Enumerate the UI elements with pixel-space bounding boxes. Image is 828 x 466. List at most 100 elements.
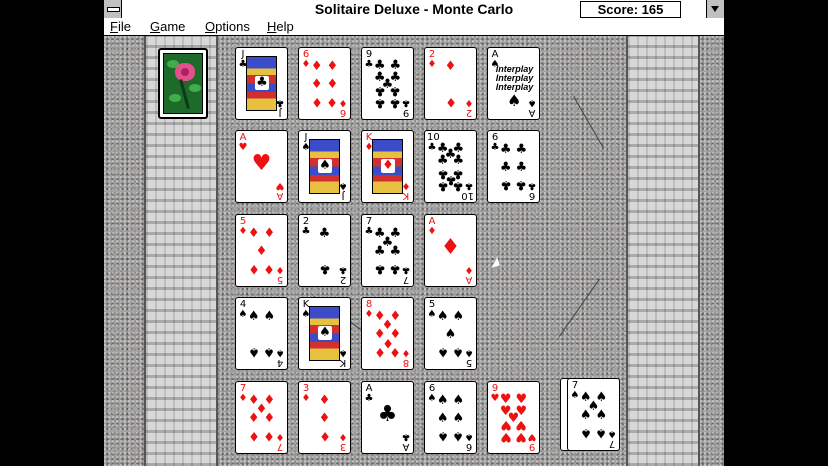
card-r5-c3[interactable]: A ♣ A ♣ ♣ [361,381,414,454]
card-rank: 10 [461,190,474,201]
suit-icon: ♣ [401,431,411,442]
waste-top-card[interactable]: 7 ♠ 7 ♠ ♠ ♠ ♠ ♠ ♠ ♠ ♠ [567,378,620,451]
card-rank: 6 [465,441,473,452]
suit-pip-icon: ♦ [389,344,402,360]
suit-pip-icon: ♠ [579,407,592,423]
card-corner-top: 2 ♦ [427,50,437,70]
card-r3-c3[interactable]: 7 ♣ 7 ♣ ♣ ♣ ♣ ♣ ♣ ♣ ♣ [361,214,414,287]
card-r2-c1[interactable]: A ♥ A ♥ ♥ [235,130,288,203]
card-r3-c1[interactable]: 5 ♦ 5 ♦ ♦ ♦ ♦ ♦ ♦ [235,214,288,287]
suit-pip-icon: ♠ [263,308,276,324]
suit-pip-icon: ♠ [263,344,276,360]
suit-pip-icon: ♣ [389,261,402,277]
suit-pip-icon: ♦ [444,58,457,74]
suit-pip-icon: ♥ [515,429,528,445]
card-rank: 9 [528,441,536,452]
card-r3-c4[interactable]: A ♦ A ♦ ♦ [424,214,477,287]
crack-decoration [573,96,604,149]
suit-icon: ♦ [440,235,461,260]
card-r3-c2[interactable]: 2 ♣ 2 ♣ ♣ ♣ [298,214,351,287]
suit-icon: ♣ [338,264,348,275]
stock-pile[interactable] [158,48,208,119]
card-rank: 6 [339,107,347,118]
menu-file[interactable]: File [110,18,131,35]
card-corner-top: A ♦ [427,217,437,237]
suit-pip-icon: ♠ [452,410,465,426]
rose-card-back-icon [163,53,203,114]
card-corner-bottom: 3 ♦ [338,431,348,452]
maximize-button[interactable] [706,0,724,18]
card-corner-top: 3 ♦ [301,384,311,404]
suit-pip-icon: ♦ [310,58,323,74]
suit-icon: ♣ [527,180,537,191]
solitaire-window: Solitaire Deluxe - Monte Carlo Score: 16… [104,0,724,466]
card-corner-bottom: 4 ♠ [275,347,285,368]
suit-pip-icon: ♦ [247,261,260,277]
suit-pip-icon: ♠ [579,425,592,441]
card-corner-bottom: A ♠ [527,97,537,118]
card-rank: 2 [465,107,473,118]
suit-icon: ♦ [464,97,474,108]
menu-game[interactable]: Game [150,18,185,35]
card-corner-bottom: 5 ♠ [464,347,474,368]
suit-icon: ♠ [318,325,332,340]
card-r1-c3[interactable]: 9 ♣ 9 ♣ ♣ ♣ ♣ ♣ ♣ ♣ ♣ ♣ ♣ [361,47,414,120]
menu-help[interactable]: Help [267,18,294,35]
suit-icon: ♦ [427,59,437,70]
play-area: 7 ♠ 7 ♠ ♠ ♠ ♠ ♠ ♠ ♠ ♠ J ♣ J ♣ ♣ 6 ♦ 6 ♦ ♦ ♦ ♦ ♦ ♦ ♦ 9 ♣ 9 ♣ ♣ ♣ ♣ ♣ ♣ ♣ ♣ ♣ ♣… [104,36,724,466]
card-r1-c5[interactable]: A ♠ A ♠ Interplay Interplay Interplay ♠ [487,47,540,120]
card-r4-c4[interactable]: 5 ♠ 5 ♠ ♠ ♠ ♠ ♠ ♠ [424,297,477,370]
card-r5-c1[interactable]: 7 ♦ 7 ♦ ♦ ♦ ♦ ♦ ♦ ♦ ♦ [235,381,288,454]
suit-pip-icon: ♠ [595,425,608,441]
suit-pip-icon: ♦ [263,428,276,444]
suit-pip-icon: ♣ [452,178,465,194]
menu-options[interactable]: Options [205,18,250,35]
card-corner-bottom: 10 ♣ [461,180,474,201]
suit-pip-icon: ♣ [373,261,386,277]
card-corner-bottom: 7 ♠ [607,428,617,449]
suit-pip-icon: ♦ [326,94,339,110]
card-r4-c3[interactable]: 8 ♦ 8 ♦ ♦ ♦ ♦ ♦ ♦ ♦ ♦ ♦ [361,297,414,370]
card-r5-c2[interactable]: 3 ♦ 3 ♦ ♦ ♦ ♦ [298,381,351,454]
suit-pip-icon: ♣ [499,159,512,175]
suit-icon: ♦ [464,264,474,275]
card-r5-c5[interactable]: 9 ♥ 9 ♥ ♥ ♥ ♥ ♥ ♥ ♥ ♥ ♥ ♥ [487,381,540,454]
card-corner-bottom: A ♣ [401,431,411,452]
suit-pip-icon: ♠ [452,344,465,360]
suit-icon: ♠ [607,428,617,439]
score-display: Score: 165 [580,1,681,18]
card-r2-c5[interactable]: 6 ♣ 6 ♣ ♣ ♣ ♣ ♣ ♣ ♣ [487,130,540,203]
card-rank: 8 [402,357,410,368]
title-bar: Solitaire Deluxe - Monte Carlo Score: 16… [104,0,724,19]
card-r2-c3[interactable]: K ♦ K ♦ ♦ [361,130,414,203]
suit-icon: ♦ [275,264,285,275]
card-r1-c4[interactable]: 2 ♦ 2 ♦ ♦ ♦ [424,47,477,120]
suit-icon: ♦ [338,97,348,108]
suit-pip-icon: ♠ [247,344,260,360]
suit-icon: ♣ [377,402,398,427]
suit-icon: ♣ [401,97,411,108]
card-rank: 5 [276,274,284,285]
card-corner-bottom: 8 ♦ [401,347,411,368]
spade-icon: ♠ [507,91,522,110]
suit-icon: ♠ [527,97,537,108]
suit-pip-icon: ♣ [389,243,402,259]
suit-pip-icon: ♦ [263,261,276,277]
card-r4-c1[interactable]: 4 ♠ 4 ♠ ♠ ♠ ♠ ♠ [235,297,288,370]
suit-pip-icon: ♣ [436,178,449,194]
suit-pip-icon: ♦ [310,76,323,92]
suit-pip-icon: ♦ [247,428,260,444]
card-r5-c4[interactable]: 6 ♠ 6 ♠ ♠ ♠ ♠ ♠ ♠ ♠ [424,381,477,454]
right-pillar-decoration [626,36,700,466]
card-corner-top: A ♥ [238,133,248,153]
mouse-cursor-icon [491,257,503,271]
suit-pip-icon: ♣ [515,141,528,157]
suit-pip-icon: ♠ [247,308,260,324]
card-r1-c1[interactable]: J ♣ J ♣ ♣ [235,47,288,120]
card-r2-c2[interactable]: J ♠ J ♠ ♠ [298,130,351,203]
card-r2-c4[interactable]: 10 ♣ 10 ♣ ♣ ♣ ♣ ♣ ♣ ♣ ♣ ♣ ♣ ♣ [424,130,477,203]
suit-pip-icon: ♦ [318,410,331,426]
card-corner-bottom: 6 ♠ [464,431,474,452]
card-r4-c2[interactable]: K ♠ K ♠ ♠ [298,297,351,370]
card-r1-c2[interactable]: 6 ♦ 6 ♦ ♦ ♦ ♦ ♦ ♦ ♦ [298,47,351,120]
